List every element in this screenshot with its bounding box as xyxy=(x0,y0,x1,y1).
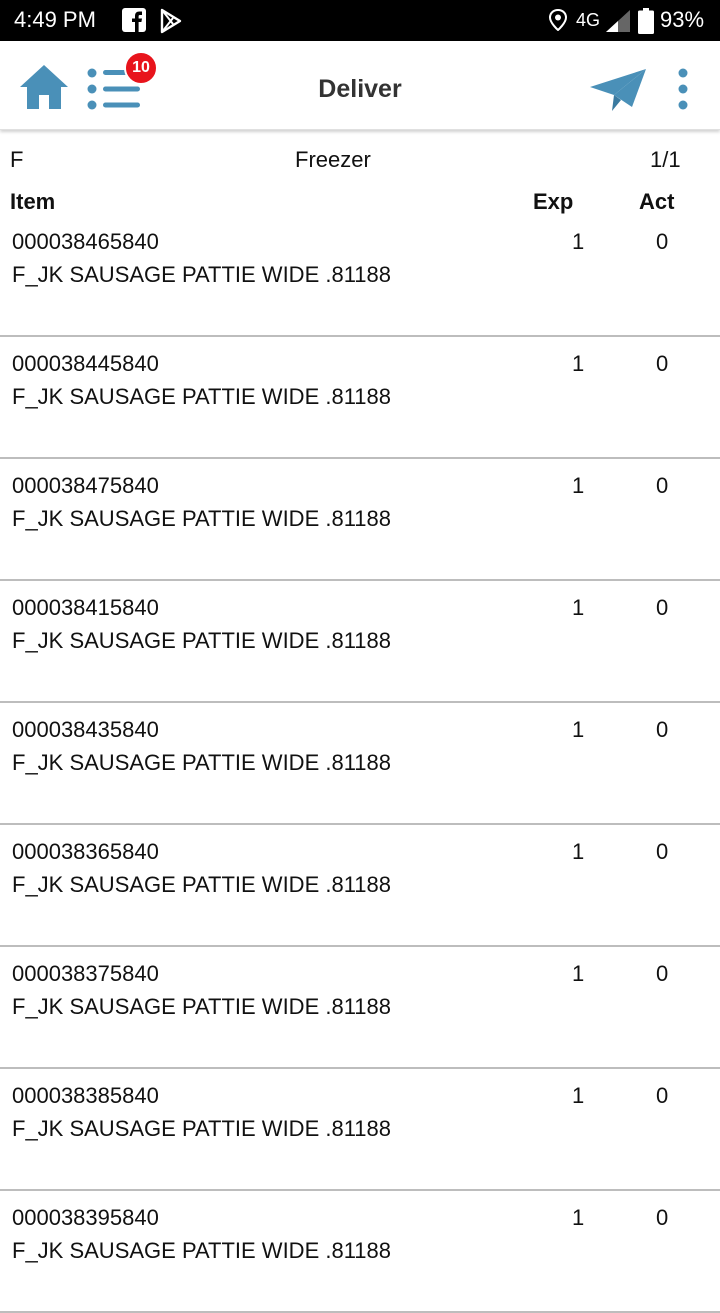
item-code: 000038465840 xyxy=(12,229,159,254)
item-exp: 1 xyxy=(572,229,585,254)
item-code: 000038435840 xyxy=(12,717,159,742)
send-icon[interactable] xyxy=(588,67,648,113)
item-exp: 1 xyxy=(572,839,585,864)
facebook-icon xyxy=(122,8,146,32)
item-act: 0 xyxy=(656,717,669,742)
item-description: F_JK SAUSAGE PATTIE WIDE .81188 xyxy=(12,750,392,775)
item-code: 000038375840 xyxy=(12,961,159,986)
item-description: F_JK SAUSAGE PATTIE WIDE .81188 xyxy=(12,1116,392,1141)
item-list: 000038465840 F_JK SAUSAGE PATTIE WIDE .8… xyxy=(0,218,720,1313)
item-description: F_JK SAUSAGE PATTIE WIDE .81188 xyxy=(12,506,392,531)
more-options-icon[interactable] xyxy=(672,67,694,111)
item-act: 0 xyxy=(656,1083,669,1108)
column-exp: Exp xyxy=(533,189,574,214)
item-exp: 1 xyxy=(572,1083,585,1108)
app-bar: 10 Deliver xyxy=(0,41,720,130)
column-act: Act xyxy=(639,189,675,214)
list-item[interactable]: 000038435840 F_JK SAUSAGE PATTIE WIDE .8… xyxy=(0,703,720,825)
page-indicator: 1/1 xyxy=(650,147,681,172)
item-act: 0 xyxy=(656,229,669,254)
item-exp: 1 xyxy=(572,351,585,376)
item-description: F_JK SAUSAGE PATTIE WIDE .81188 xyxy=(12,994,392,1019)
item-exp: 1 xyxy=(572,595,585,620)
item-act: 0 xyxy=(656,839,669,864)
column-headers: Item Exp Act xyxy=(0,174,720,218)
list-item[interactable]: 000038465840 F_JK SAUSAGE PATTIE WIDE .8… xyxy=(0,218,720,337)
list-item[interactable]: 000038415840 F_JK SAUSAGE PATTIE WIDE .8… xyxy=(0,581,720,703)
item-code: 000038365840 xyxy=(12,839,159,864)
zone-code: F xyxy=(10,147,24,172)
item-act: 0 xyxy=(656,961,669,986)
item-description: F_JK SAUSAGE PATTIE WIDE .81188 xyxy=(12,872,392,897)
list-item[interactable]: 000038395840 F_JK SAUSAGE PATTIE WIDE .8… xyxy=(0,1191,720,1313)
item-description: F_JK SAUSAGE PATTIE WIDE .81188 xyxy=(12,262,392,287)
zone-header: F Freezer 1/1 xyxy=(0,130,720,174)
list-item[interactable]: 000038385840 F_JK SAUSAGE PATTIE WIDE .8… xyxy=(0,1069,720,1191)
item-exp: 1 xyxy=(572,473,585,498)
list-item[interactable]: 000038375840 F_JK SAUSAGE PATTIE WIDE .8… xyxy=(0,947,720,1069)
item-code: 000038385840 xyxy=(12,1083,159,1108)
status-time: 4:49 PM xyxy=(14,7,96,32)
location-icon xyxy=(548,9,568,31)
column-item: Item xyxy=(10,189,56,214)
item-act: 0 xyxy=(656,595,669,620)
item-exp: 1 xyxy=(572,961,585,986)
item-code: 000038395840 xyxy=(12,1205,159,1230)
zone-name: Freezer xyxy=(295,147,371,172)
list-item[interactable]: 000038365840 F_JK SAUSAGE PATTIE WIDE .8… xyxy=(0,825,720,947)
item-code: 000038445840 xyxy=(12,351,159,376)
status-bar: 4:49 PM 4G 93% xyxy=(0,0,720,41)
signal-icon xyxy=(606,10,630,32)
item-description: F_JK SAUSAGE PATTIE WIDE .81188 xyxy=(12,1238,392,1263)
battery-level: 93% xyxy=(660,7,705,32)
list-item[interactable]: 000038475840 F_JK SAUSAGE PATTIE WIDE .8… xyxy=(0,459,720,581)
item-description: F_JK SAUSAGE PATTIE WIDE .81188 xyxy=(12,628,392,653)
list-item[interactable]: 000038445840 F_JK SAUSAGE PATTIE WIDE .8… xyxy=(0,337,720,459)
item-code: 000038415840 xyxy=(12,595,159,620)
play-store-icon xyxy=(160,8,182,34)
item-exp: 1 xyxy=(572,1205,585,1230)
item-exp: 1 xyxy=(572,717,585,742)
item-code: 000038475840 xyxy=(12,473,159,498)
item-act: 0 xyxy=(656,473,669,498)
battery-icon xyxy=(638,8,654,34)
item-act: 0 xyxy=(656,351,669,376)
item-act: 0 xyxy=(656,1205,669,1230)
network-type: 4G xyxy=(576,10,601,30)
item-description: F_JK SAUSAGE PATTIE WIDE .81188 xyxy=(12,384,392,409)
